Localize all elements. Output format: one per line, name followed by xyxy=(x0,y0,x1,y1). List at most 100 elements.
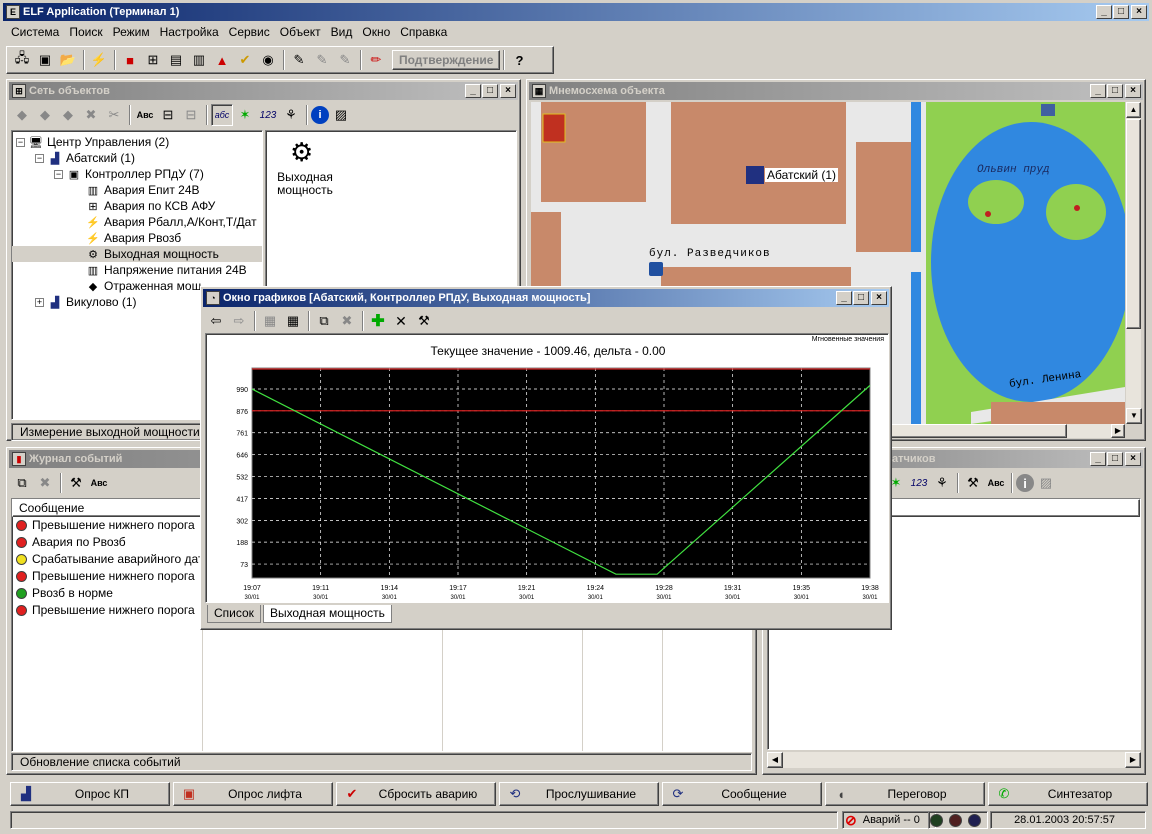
grid-gray-icon[interactable]: ▦ xyxy=(259,310,281,332)
map-vscrollbar[interactable]: ▲ ▼ xyxy=(1125,102,1142,424)
info-icon[interactable]: i xyxy=(311,106,329,124)
taskbar-button-6[interactable]: ✆ Синтезатор xyxy=(988,782,1148,806)
line-chart[interactable]: 73 188 302 417 532 646 761 876 990 19:07 30/01 19:1… xyxy=(206,360,888,600)
taskbar-button-0[interactable]: ▟ Опрос КП xyxy=(10,782,170,806)
map-minimize-button[interactable]: _ xyxy=(1090,84,1106,98)
tree-item[interactable]: − 🖥 Центр Управления (2) xyxy=(12,134,262,150)
tree-icon[interactable]: ⊞ xyxy=(142,49,164,71)
chart-small-icon[interactable]: ▨ xyxy=(330,104,352,126)
copy-icon[interactable]: ⧉ xyxy=(313,310,335,332)
sensors-maximize-button[interactable]: □ xyxy=(1107,452,1123,466)
minimize-button[interactable]: _ xyxy=(1096,5,1112,19)
taskbar-button-3[interactable]: ⟲ Прослушивание xyxy=(499,782,659,806)
tree-item[interactable]: ⚙ Выходная мощность xyxy=(12,246,262,262)
scroll-thumb[interactable] xyxy=(1126,119,1141,329)
tool-icon[interactable]: ✂ xyxy=(103,104,125,126)
menu-item-4[interactable]: Сервис xyxy=(224,25,275,39)
node-icon[interactable]: ⊟ xyxy=(157,104,179,126)
scroll-right-button[interactable]: ▶ xyxy=(1111,424,1125,438)
chart-icon[interactable]: ▥ xyxy=(188,49,210,71)
tree-item[interactable]: ⊞ Авария по КСВ АФУ xyxy=(12,198,262,214)
gear-icon[interactable]: ⚙ xyxy=(290,137,313,168)
close-button[interactable]: × xyxy=(1131,5,1147,19)
expander-icon[interactable]: − xyxy=(35,154,44,164)
speaker-icon[interactable]: ◉ xyxy=(257,49,279,71)
figure-icon[interactable]: ⚘ xyxy=(280,104,302,126)
abc-icon[interactable]: Авс xyxy=(134,104,156,126)
menu-item-0[interactable]: Система xyxy=(6,25,64,39)
menu-item-8[interactable]: Справка xyxy=(395,25,452,39)
taskbar-button-1[interactable]: ▣ Опрос лифта xyxy=(173,782,333,806)
events-column-header[interactable]: Сообщение xyxy=(12,499,202,517)
detail-label[interactable]: Выходная мощность xyxy=(270,171,340,197)
numbers-icon[interactable]: 123 xyxy=(908,472,930,494)
table-icon[interactable]: ▦ xyxy=(282,310,304,332)
lamp-gray2-icon[interactable]: ✎ xyxy=(334,49,356,71)
tree-item[interactable]: − ▣ Контроллер РПдУ (7) xyxy=(12,166,262,182)
menu-item-6[interactable]: Вид xyxy=(326,25,358,39)
taskbar-button-5[interactable]: ◖ Переговор xyxy=(825,782,985,806)
info-icon[interactable]: i xyxy=(1016,474,1034,492)
abc-italic-icon[interactable]: абс xyxy=(211,104,233,126)
lamp-gray-icon[interactable]: ✎ xyxy=(311,49,333,71)
tools-icon[interactable]: ⚒ xyxy=(413,310,435,332)
graph-tab-1[interactable]: Выходная мощность xyxy=(262,605,392,623)
tools-icon[interactable]: ⚒ xyxy=(65,472,87,494)
delete-icon[interactable]: ✖ xyxy=(34,472,56,494)
diamond-cross-icon[interactable]: ✖ xyxy=(80,104,102,126)
copy-icon[interactable]: ⧉ xyxy=(11,472,33,494)
tree-item[interactable]: ⚡ Авария Рбалл,А/Конт,Т/Дат xyxy=(12,214,262,230)
scroll-left-button[interactable]: ◀ xyxy=(767,752,783,768)
help-button[interactable]: ? xyxy=(508,49,530,71)
node2-icon[interactable]: ⊟ xyxy=(180,104,202,126)
objects-minimize-button[interactable]: _ xyxy=(465,84,481,98)
lamp-icon[interactable]: ✎ xyxy=(288,49,310,71)
objects-close-button[interactable]: × xyxy=(500,84,516,98)
pencil-icon[interactable]: ✏ xyxy=(365,49,387,71)
expander-icon[interactable]: + xyxy=(35,298,44,308)
graph-tab-0[interactable]: Список xyxy=(207,605,261,623)
menu-item-7[interactable]: Окно xyxy=(357,25,395,39)
tree-item[interactable]: − ▟ Абатский (1) xyxy=(12,150,262,166)
figure-icon[interactable]: ⚘ xyxy=(931,472,953,494)
tree-item[interactable]: ▥ Авария Епит 24В xyxy=(12,182,262,198)
objects-maximize-button[interactable]: □ xyxy=(482,84,498,98)
hscroll-thumb[interactable] xyxy=(887,424,1067,438)
maximize-button[interactable]: □ xyxy=(1113,5,1129,19)
taskbar-button-2[interactable]: ✔ Сбросить аварию xyxy=(336,782,496,806)
red-objects-icon[interactable]: ■ xyxy=(119,49,141,71)
network-icon[interactable]: 🖧 xyxy=(11,49,33,71)
menu-item-5[interactable]: Объект xyxy=(275,25,326,39)
graph-maximize-button[interactable]: □ xyxy=(853,291,869,305)
arrow-left-icon[interactable]: ⇦ xyxy=(205,310,227,332)
abc-icon[interactable]: Авс xyxy=(985,472,1007,494)
diamond3-icon[interactable]: ◆ xyxy=(57,104,79,126)
map-maximize-button[interactable]: □ xyxy=(1107,84,1123,98)
arrow-right-icon[interactable]: ⇨ xyxy=(228,310,250,332)
numbers-icon[interactable]: 123 xyxy=(257,104,279,126)
sensors-close-button[interactable]: × xyxy=(1125,452,1141,466)
map-close-button[interactable]: × xyxy=(1125,84,1141,98)
expander-icon[interactable]: − xyxy=(16,138,25,148)
scroll-down-button[interactable]: ▼ xyxy=(1126,408,1142,424)
tree-item[interactable]: ▥ Напряжение питания 24В xyxy=(12,262,262,278)
tree-item[interactable]: ⚡ Авария Рвозб xyxy=(12,230,262,246)
sensors-hscrollbar[interactable]: ◀ ▶ xyxy=(767,752,1141,768)
expander-icon[interactable]: − xyxy=(54,170,63,180)
taskbar-button-4[interactable]: ⟳ Сообщение xyxy=(662,782,822,806)
windows-icon[interactable]: ▣ xyxy=(34,49,56,71)
map-hscrollbar[interactable]: ▶ xyxy=(887,424,1125,438)
image-icon[interactable]: ▤ xyxy=(165,49,187,71)
delete-gray-icon[interactable]: ✖ xyxy=(336,310,358,332)
tools-icon[interactable]: ⚒ xyxy=(962,472,984,494)
abc-icon[interactable]: Авс xyxy=(88,472,110,494)
check-icon[interactable]: ✔ xyxy=(234,49,256,71)
menu-item-1[interactable]: Поиск xyxy=(64,25,107,39)
map-object-label[interactable]: Абатский (1) xyxy=(765,168,839,182)
color-dots-icon[interactable]: ✶ xyxy=(234,104,256,126)
scroll-up-button[interactable]: ▲ xyxy=(1126,102,1141,118)
confirm-button[interactable]: Подтверждение xyxy=(392,50,501,70)
menu-item-2[interactable]: Режим xyxy=(108,25,155,39)
warning-icon[interactable]: ▲ xyxy=(211,49,233,71)
remove-icon[interactable]: ✕ xyxy=(390,310,412,332)
